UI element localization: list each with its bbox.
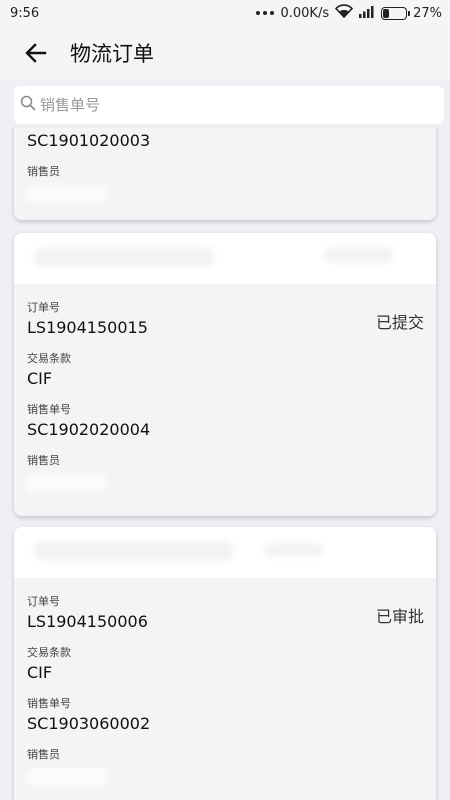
battery-icon xyxy=(381,6,411,20)
order-status-badge: 已提交 xyxy=(375,313,424,332)
card-header xyxy=(14,233,436,285)
order-no-label: 订单号 xyxy=(27,301,60,314)
sales-order-no-value: SC1901020003 xyxy=(27,131,151,150)
more-dots-icon xyxy=(256,11,275,15)
battery-percent: 27% xyxy=(413,5,442,21)
order-list[interactable]: SC1901020003 销售员 已提交 订单号 LS1904150015 交易… xyxy=(0,128,450,800)
back-arrow-icon[interactable] xyxy=(22,39,50,67)
order-no-value: LS1904150006 xyxy=(27,612,148,631)
network-speed: 0.00K/s xyxy=(280,5,330,21)
sales-order-no-label: 销售单号 xyxy=(27,403,71,416)
search-icon xyxy=(20,95,36,115)
salesperson-redacted xyxy=(27,185,107,203)
salesperson-label: 销售员 xyxy=(27,748,60,761)
order-no-label: 订单号 xyxy=(27,595,60,608)
salesperson-label: 销售员 xyxy=(27,165,60,178)
page-title: 物流订单 xyxy=(70,42,154,66)
status-time: 9:56 xyxy=(10,5,40,21)
order-no-value: LS1904150015 xyxy=(27,318,148,337)
trade-terms-label: 交易条款 xyxy=(27,352,71,365)
search-area xyxy=(0,80,450,128)
order-status-badge: 已审批 xyxy=(375,607,424,626)
trade-terms-value: CIF xyxy=(27,663,53,682)
trade-terms-label: 交易条款 xyxy=(27,646,71,659)
sales-order-no-label: 销售单号 xyxy=(27,697,71,710)
salesperson-redacted xyxy=(27,768,107,786)
cell-signal-icon xyxy=(359,5,375,22)
card-header xyxy=(14,527,436,579)
order-card[interactable]: SC1901020003 销售员 xyxy=(14,128,436,220)
salesperson-label: 销售员 xyxy=(27,454,60,467)
status-indicators: 0.00K/s 27% xyxy=(256,4,442,22)
status-bar: 9:56 0.00K/s 27% xyxy=(0,0,450,26)
trade-terms-value: CIF xyxy=(27,369,53,388)
search-input[interactable] xyxy=(40,96,420,114)
order-card[interactable]: 已审批 订单号 LS1904150006 交易条款 CIF 销售单号 SC190… xyxy=(14,527,436,800)
salesperson-redacted xyxy=(27,474,107,492)
search-box[interactable] xyxy=(14,86,444,124)
order-card[interactable]: 已提交 订单号 LS1904150015 交易条款 CIF 销售单号 SC190… xyxy=(14,233,436,516)
app-bar: 物流订单 xyxy=(0,26,450,80)
sales-order-no-value: SC1903060002 xyxy=(27,714,151,733)
wifi-icon xyxy=(334,4,354,22)
sales-order-no-value: SC1902020004 xyxy=(27,420,151,439)
